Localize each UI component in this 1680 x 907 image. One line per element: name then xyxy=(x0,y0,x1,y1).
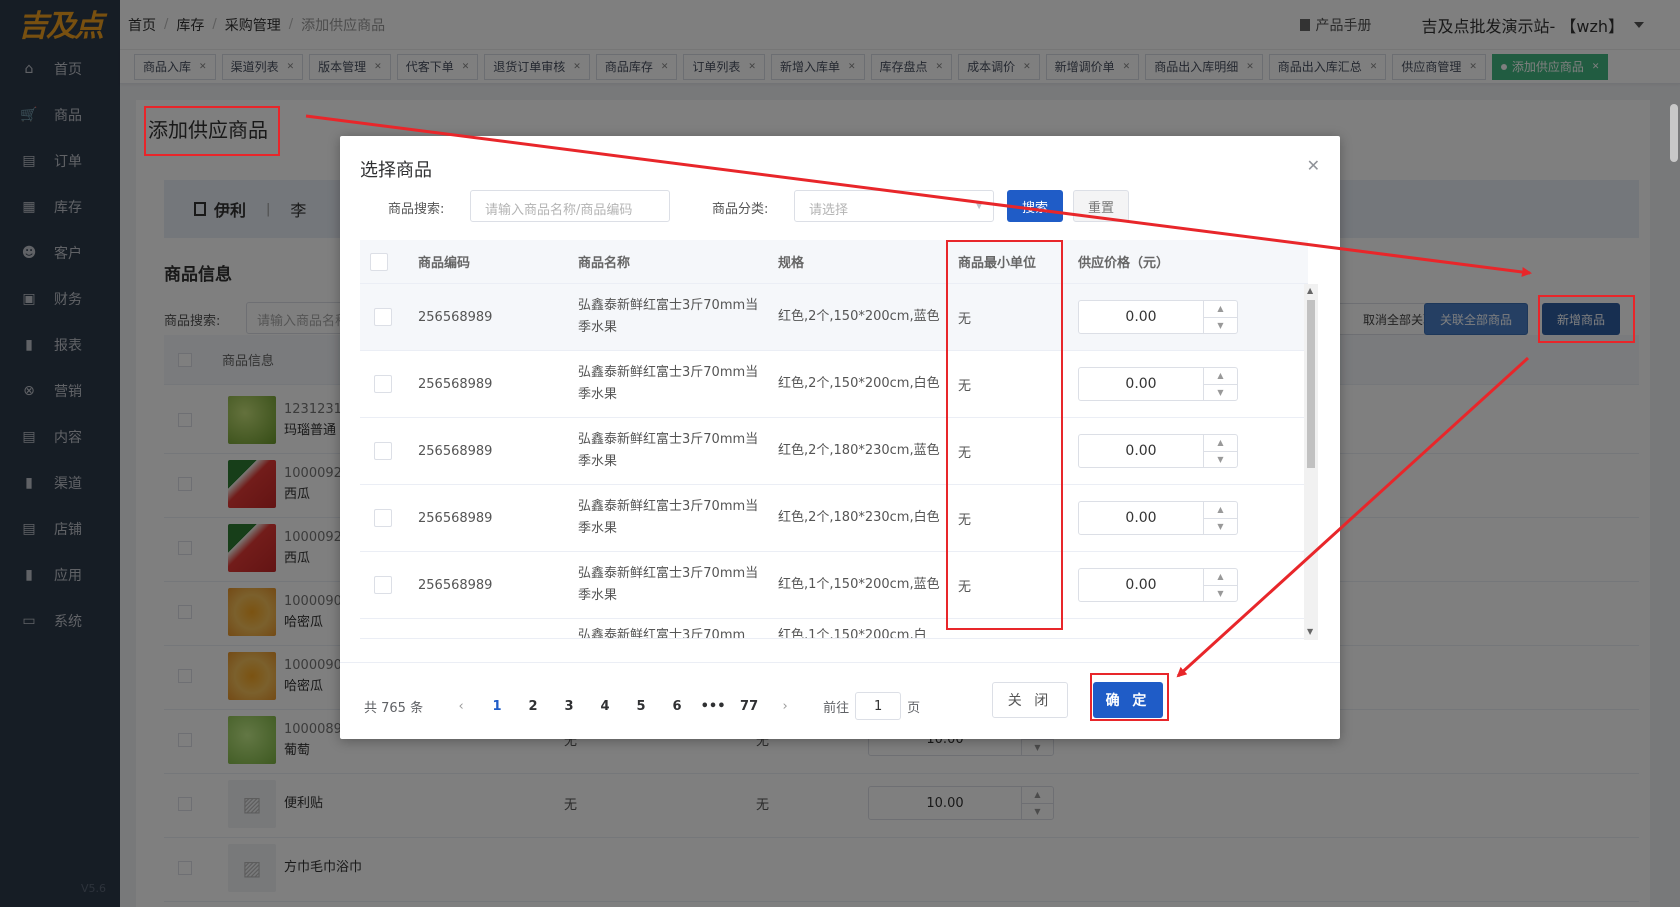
goto-prefix: 前往 xyxy=(823,700,850,716)
search-button[interactable]: 搜索 xyxy=(1007,190,1063,222)
pagination-page[interactable]: 77 xyxy=(731,699,767,714)
goods-name: 弘鑫泰新鲜红富士3斤70mm当季水果 xyxy=(578,298,759,335)
close-icon[interactable]: ✕ xyxy=(1307,156,1320,175)
row-checkbox[interactable] xyxy=(374,308,392,326)
column-spec: 规格 xyxy=(778,256,805,271)
pagination-total: 共 765 条 xyxy=(364,700,424,716)
reset-button[interactable]: 重置 xyxy=(1073,190,1129,222)
goods-spec: 红色,1个,150*200cm,蓝色 xyxy=(778,577,940,592)
goods-code: 256568989 xyxy=(418,443,493,459)
table-body: 256568989 弘鑫泰新鲜红富士3斤70mm当季水果 红色,2个,150*200… xyxy=(360,284,1308,639)
goto-page-input[interactable]: 1 xyxy=(855,692,902,720)
chevron-right-icon[interactable]: › xyxy=(767,699,803,714)
goods-spec: 红色,2个,180*230cm,蓝色 xyxy=(778,443,940,458)
chevron-up-icon[interactable]: ▲ xyxy=(1204,435,1237,452)
supply-price-value[interactable]: 0.00 xyxy=(1079,435,1203,467)
goods-name: 弘鑫泰新鲜红富士3斤70mm当季水果 xyxy=(578,566,759,603)
scroll-down-icon[interactable]: ▼ xyxy=(1307,627,1313,636)
chevron-down-icon[interactable]: ▼ xyxy=(1204,318,1237,334)
supply-price-value[interactable]: 0.00 xyxy=(1079,368,1203,400)
pagination-page[interactable]: 2 xyxy=(515,699,551,714)
goods-name: 弘鑫泰新鲜红富士3斤70mm当季水果 xyxy=(578,365,759,402)
chevron-up-icon[interactable]: ▲ xyxy=(1204,368,1237,385)
goods-select-table: 商品编码 商品名称 规格 商品最小单位 供应价格（元） 256568989 弘鑫泰… xyxy=(360,240,1308,640)
chevron-down-icon[interactable]: ▼ xyxy=(1204,519,1237,535)
pagination: 共 765 条 ‹ 1 2 3 4 5 6 ••• 77 › 前往 1 页 xyxy=(364,692,920,720)
chevron-down-icon[interactable]: ▼ xyxy=(1204,452,1237,468)
pagination-page[interactable]: 1 xyxy=(479,699,515,714)
annotation-box-confirm xyxy=(1090,673,1169,721)
table-row[interactable]: 弘鑫泰新鲜红富士3斤70mm 红色,1个,150*200cm,白 xyxy=(360,619,1308,639)
chevron-down-icon[interactable]: ▼ xyxy=(1204,586,1237,602)
goods-spec: 红色,1个,150*200cm,白 xyxy=(778,628,927,639)
dialog-category-label: 商品分类: xyxy=(712,202,769,217)
chevron-up-icon[interactable]: ▲ xyxy=(1204,502,1237,519)
goods-name: 弘鑫泰新鲜红富士3斤70mm当季水果 xyxy=(578,432,759,469)
row-checkbox[interactable] xyxy=(374,509,392,527)
supply-price-value[interactable]: 0.00 xyxy=(1079,569,1203,601)
dialog-title: 选择商品 xyxy=(360,160,432,181)
chevron-left-icon[interactable]: ‹ xyxy=(443,699,479,714)
chevron-up-icon[interactable]: ▲ xyxy=(1204,569,1237,586)
select-all-checkbox[interactable] xyxy=(370,252,388,271)
table-row[interactable]: 256568989 弘鑫泰新鲜红富士3斤70mm当季水果 红色,2个,180*230… xyxy=(360,485,1308,552)
supply-price-stepper[interactable]: 0.00 ▲ ▼ xyxy=(1078,568,1238,602)
row-checkbox[interactable] xyxy=(374,576,392,594)
annotation-box-unit-column xyxy=(946,240,1063,630)
goods-spec: 红色,2个,180*230cm,白色 xyxy=(778,510,940,525)
supply-price-value[interactable]: 0.00 xyxy=(1079,502,1203,534)
select-goods-dialog: 选择商品 ✕ 商品搜索: 请输入商品名称/商品编码 商品分类: 请选择 ▼ 搜索… xyxy=(340,136,1340,739)
pagination-page[interactable]: ••• xyxy=(695,699,731,714)
supply-price-stepper[interactable]: 0.00 ▲ ▼ xyxy=(1078,300,1238,334)
goods-name: 弘鑫泰新鲜红富士3斤70mm当季水果 xyxy=(578,499,759,536)
goods-spec: 红色,2个,150*200cm,白色 xyxy=(778,376,940,391)
table-row[interactable]: 256568989 弘鑫泰新鲜红富士3斤70mm当季水果 红色,1个,150*200… xyxy=(360,552,1308,619)
pagination-page[interactable]: 4 xyxy=(587,699,623,714)
pagination-page[interactable]: 6 xyxy=(659,699,695,714)
page-scrollbar[interactable] xyxy=(1670,104,1678,162)
supply-price-stepper[interactable]: 0.00 ▲ ▼ xyxy=(1078,367,1238,401)
chevron-down-icon: ▼ xyxy=(975,200,983,211)
supply-price-stepper[interactable]: 0.00 ▲ ▼ xyxy=(1078,501,1238,535)
category-select[interactable]: 请选择 ▼ xyxy=(794,190,994,222)
chevron-down-icon[interactable]: ▼ xyxy=(1204,385,1237,401)
table-scrollbar-thumb[interactable] xyxy=(1307,300,1315,468)
table-row[interactable]: 256568989 弘鑫泰新鲜红富士3斤70mm当季水果 红色,2个,150*200… xyxy=(360,284,1308,351)
column-supply-price: 供应价格（元） xyxy=(1078,256,1170,271)
close-button[interactable]: 关 闭 xyxy=(992,682,1068,718)
table-row[interactable]: 256568989 弘鑫泰新鲜红富士3斤70mm当季水果 红色,2个,150*200… xyxy=(360,351,1308,418)
pagination-page[interactable]: 3 xyxy=(551,699,587,714)
category-select-placeholder: 请选择 xyxy=(809,203,849,218)
chevron-up-icon[interactable]: ▲ xyxy=(1204,301,1237,318)
goods-name: 弘鑫泰新鲜红富士3斤70mm xyxy=(578,628,746,639)
table-header: 商品编码 商品名称 规格 商品最小单位 供应价格（元） xyxy=(360,240,1308,284)
goods-code: 256568989 xyxy=(418,577,493,593)
goods-code: 256568989 xyxy=(418,376,493,392)
scroll-up-icon[interactable]: ▲ xyxy=(1307,286,1313,295)
supply-price-stepper[interactable]: 0.00 ▲ ▼ xyxy=(1078,434,1238,468)
pagination-page[interactable]: 5 xyxy=(623,699,659,714)
table-row[interactable]: 256568989 弘鑫泰新鲜红富士3斤70mm当季水果 红色,2个,180*230… xyxy=(360,418,1308,485)
supply-price-value[interactable]: 0.00 xyxy=(1079,301,1203,333)
dialog-search-input[interactable]: 请输入商品名称/商品编码 xyxy=(470,190,670,222)
goods-code: 256568989 xyxy=(418,309,493,325)
column-code: 商品编码 xyxy=(418,256,471,271)
goto-suffix: 页 xyxy=(907,700,921,716)
column-name: 商品名称 xyxy=(578,256,631,271)
dialog-search-label: 商品搜索: xyxy=(388,202,445,217)
goods-spec: 红色,2个,150*200cm,蓝色 xyxy=(778,309,940,324)
row-checkbox[interactable] xyxy=(374,442,392,460)
annotation-box-add-goods xyxy=(1538,295,1635,343)
goods-code: 256568989 xyxy=(418,510,493,526)
dialog-divider xyxy=(340,662,1340,663)
row-checkbox[interactable] xyxy=(374,375,392,393)
annotation-box-title xyxy=(144,106,280,156)
